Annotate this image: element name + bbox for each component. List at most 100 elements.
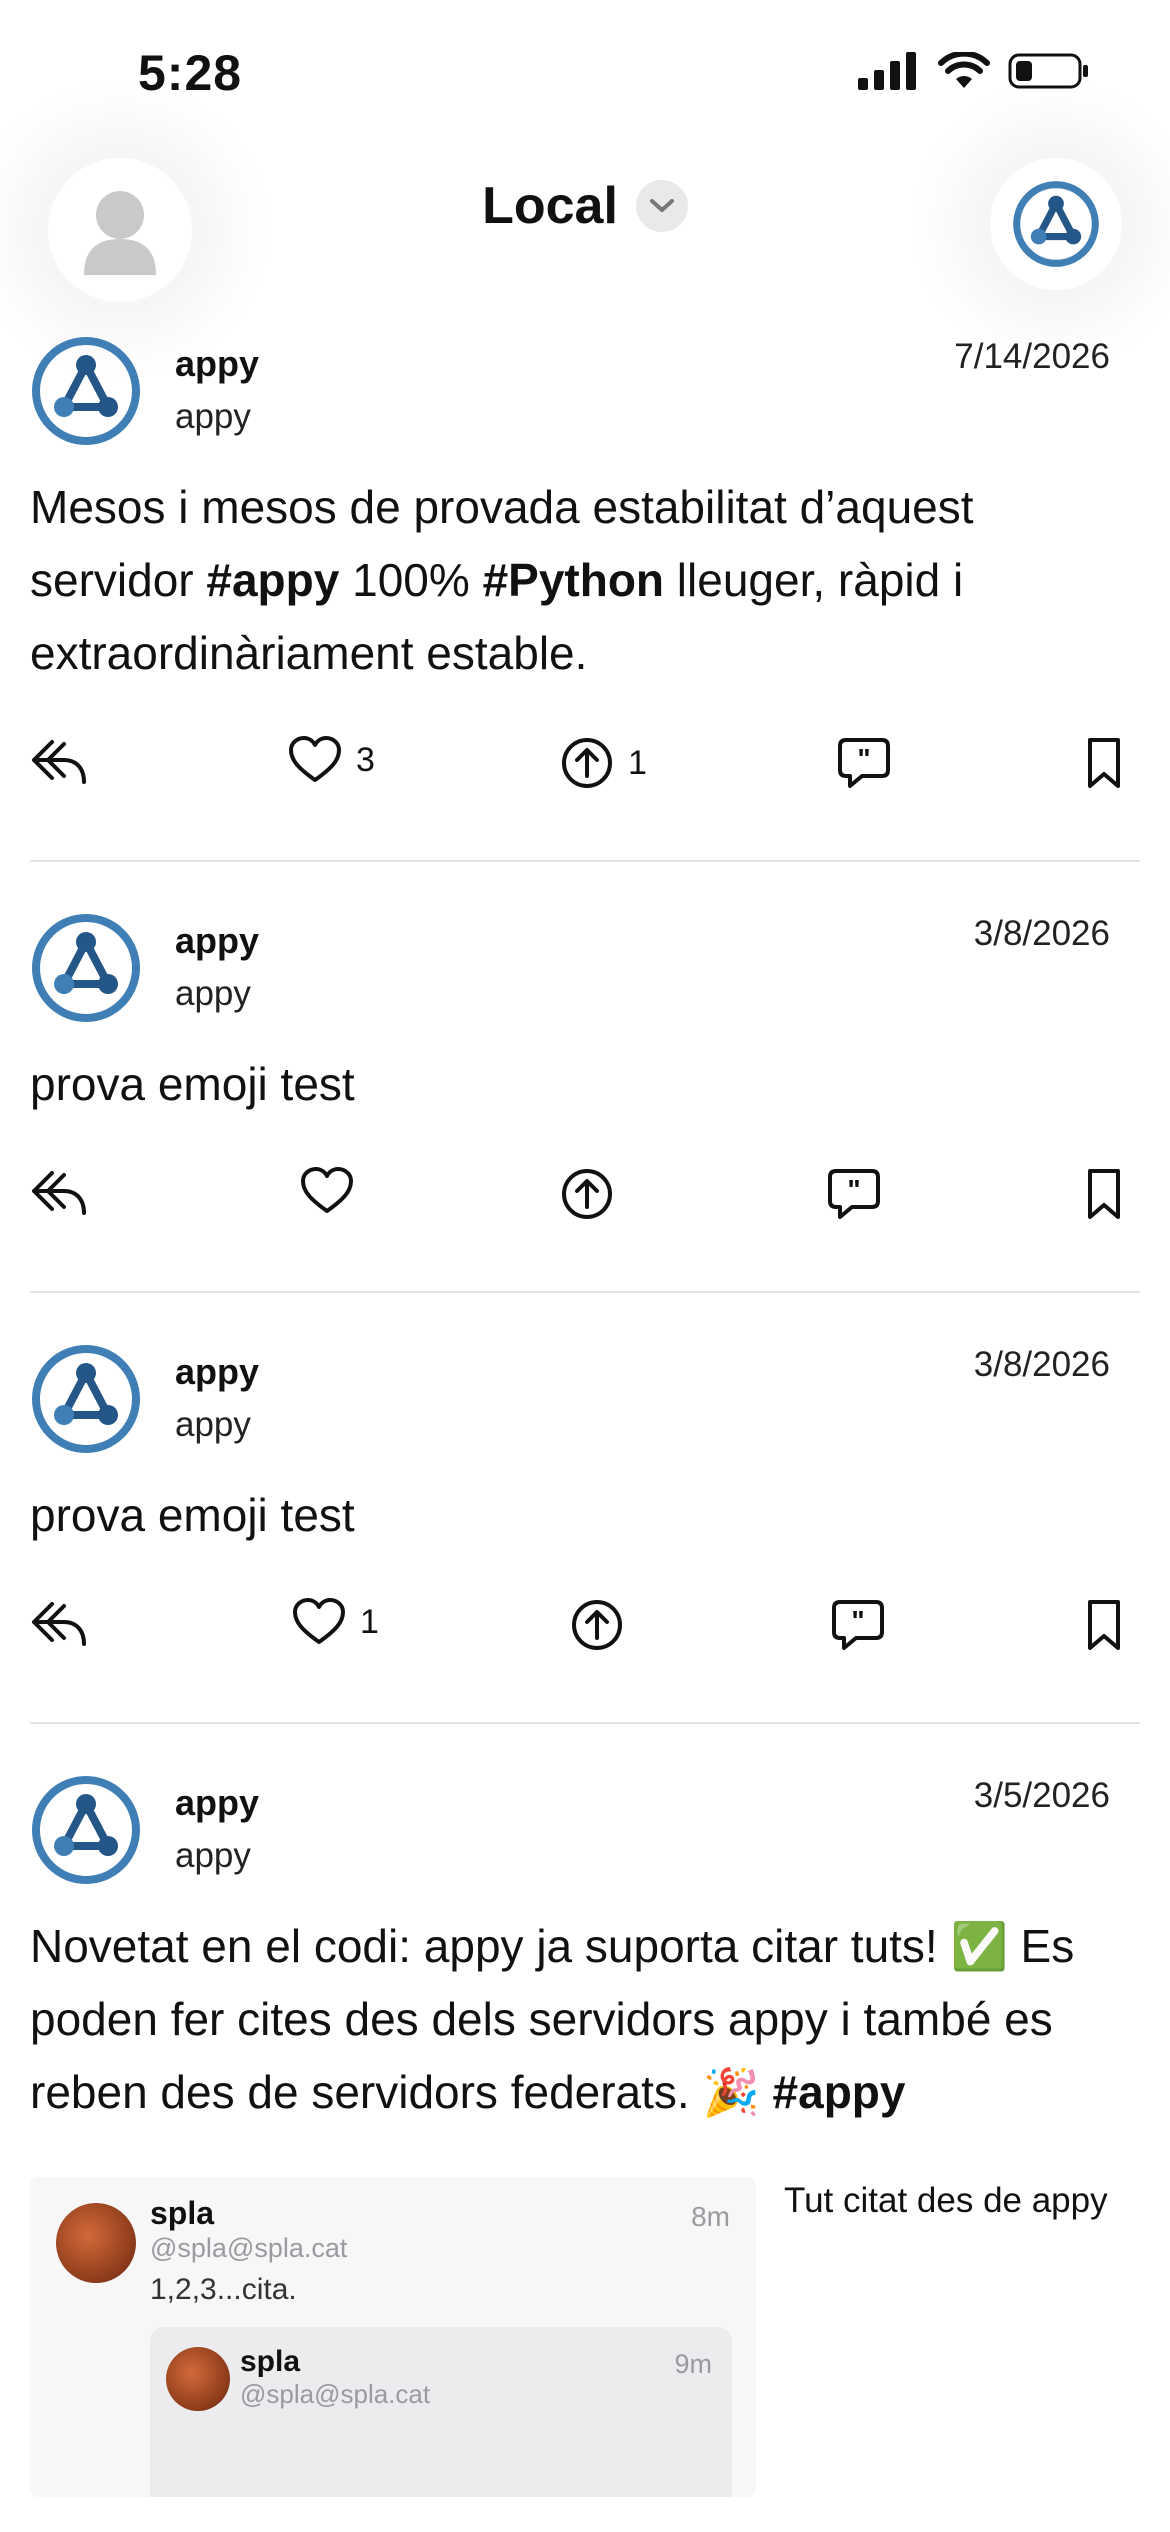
nested-author-name: spla [240,2345,301,2378]
post-author-handle: appy [175,974,251,1013]
status-time: 5:28 [138,45,243,101]
boost-button[interactable] [560,1167,628,1221]
boost-icon [562,1169,612,1219]
nested-post-time: 9m [674,2349,712,2379]
post-divider [30,1722,1140,1724]
timeline-feed: appy appy 7/14/2026 Mesos i mesos de pro… [0,325,1170,2497]
quoted-author-handle: @spla@spla.cat [150,2233,348,2263]
post-text: Novetat en el codi: appy ja suporta cita… [30,1920,1075,2118]
like-button[interactable]: 3 [288,736,375,784]
appy-avatar-icon[interactable] [30,912,142,1024]
post-author-handle: appy [175,1405,251,1444]
hashtag-link[interactable]: #appy [206,554,339,606]
post-date: 3/5/2026 [973,1776,1110,1815]
post-date: 3/8/2026 [973,1345,1110,1384]
post-body: Novetat en el codi: appy ja suporta cita… [30,1910,1140,2129]
reply-icon [32,1602,86,1646]
post-text: 100% [339,554,483,606]
reply-button[interactable] [30,1167,88,1217]
post-actions: 1 " [30,1576,1140,1686]
post-author-handle: appy [175,397,251,436]
wifi-icon [938,52,990,88]
quoted-post[interactable]: spla @spla@spla.cat 8m 1,2,3...cita. spl… [30,2177,1140,2497]
quoted-post-text: 1,2,3...cita. [150,2273,297,2306]
status-icons [858,52,1090,90]
post-author-name[interactable]: appy [175,1351,259,1393]
quote-bubble-icon: " [828,1169,880,1219]
post-header: appy appy 7/14/2026 [30,325,1140,449]
post-divider [30,860,1140,862]
cellular-signal-icon [858,52,916,90]
post-actions: 3 1 " [30,714,1140,824]
quote-bubble-icon: " [838,738,890,788]
post-header: appy appy 3/8/2026 [30,902,1140,1026]
post-divider [30,1291,1140,1293]
svg-text:": " [857,743,870,774]
post-author-name[interactable]: appy [175,1782,259,1824]
chevron-down-icon [649,199,674,212]
bookmark-button[interactable] [1086,1167,1122,1221]
appy-avatar-icon[interactable] [30,1774,142,1886]
post-header: appy appy 3/8/2026 [30,1333,1140,1457]
reply-button[interactable] [30,1598,88,1648]
boost-count: 1 [628,743,647,782]
quoted-post-time: 8m [691,2201,730,2232]
post-date: 3/8/2026 [973,914,1110,953]
status-bar: 5:28 [0,0,1170,150]
post[interactable]: appy appy 7/14/2026 Mesos i mesos de pro… [0,325,1170,824]
bookmark-icon [1088,1600,1120,1650]
post-text: prova emoji test [30,1489,355,1541]
svg-text:": " [847,1174,860,1205]
bookmark-icon [1088,1169,1120,1219]
bookmark-icon [1088,738,1120,788]
reply-icon [32,1171,86,1215]
appy-logo-button[interactable] [990,158,1122,290]
post[interactable]: appy appy 3/8/2026 prova emoji test " [0,902,1170,1255]
heart-icon [289,736,341,782]
quote-button[interactable]: " [826,1167,882,1221]
quoted-post-card[interactable]: spla @spla@spla.cat 8m 1,2,3...cita. spl… [30,2177,756,2497]
post-author-handle: appy [175,1836,251,1875]
bookmark-button[interactable] [1086,1598,1122,1652]
quote-source-label: Tut citat des de appy [784,2181,1108,2220]
appy-logo-icon [1013,181,1099,267]
appy-avatar-icon[interactable] [30,335,142,447]
hashtag-link[interactable]: #appy [773,2066,906,2118]
post[interactable]: appy appy 3/8/2026 prova emoji test 1 " [0,1333,1170,1686]
post[interactable]: appy appy 3/5/2026 Novetat en el codi: a… [0,1764,1170,2497]
like-count: 1 [360,1602,379,1641]
like-button[interactable] [300,1167,368,1215]
timeline-title: Local [482,177,618,235]
post-actions: " [30,1145,1140,1255]
hashtag-link[interactable]: #Python [483,554,664,606]
header: Local [0,150,1170,310]
boost-button[interactable] [570,1598,638,1652]
timeline-dropdown-button[interactable] [635,180,688,232]
boost-icon [572,1600,622,1650]
post-author-name[interactable]: appy [175,343,259,385]
heart-icon [301,1167,353,1213]
battery-icon [1008,53,1088,89]
nested-author-handle: @spla@spla.cat [240,2379,431,2409]
svg-text:": " [851,1605,864,1636]
post-date: 7/14/2026 [954,337,1110,376]
post-body: prova emoji test [30,1479,1140,1552]
appy-avatar-icon[interactable] [30,1343,142,1455]
reply-button[interactable] [30,736,88,786]
post-author-name[interactable]: appy [175,920,259,962]
post-text: prova emoji test [30,1058,355,1110]
like-button[interactable]: 1 [292,1598,379,1646]
boost-icon [562,738,612,788]
quote-bubble-icon: " [832,1600,884,1650]
nested-quoted-post[interactable]: spla @spla@spla.cat 9m [150,2327,732,2497]
reply-icon [32,740,86,784]
post-header: appy appy 3/5/2026 [30,1764,1140,1888]
post-body: Mesos i mesos de provada estabilitat d’a… [30,471,1140,690]
quoted-author-avatar [56,2203,136,2283]
quote-button[interactable]: " [830,1598,886,1652]
like-count: 3 [356,740,375,779]
quoted-author-name: spla [150,2195,215,2231]
quote-button[interactable]: " [836,736,892,790]
bookmark-button[interactable] [1086,736,1122,790]
boost-button[interactable]: 1 [560,736,647,790]
